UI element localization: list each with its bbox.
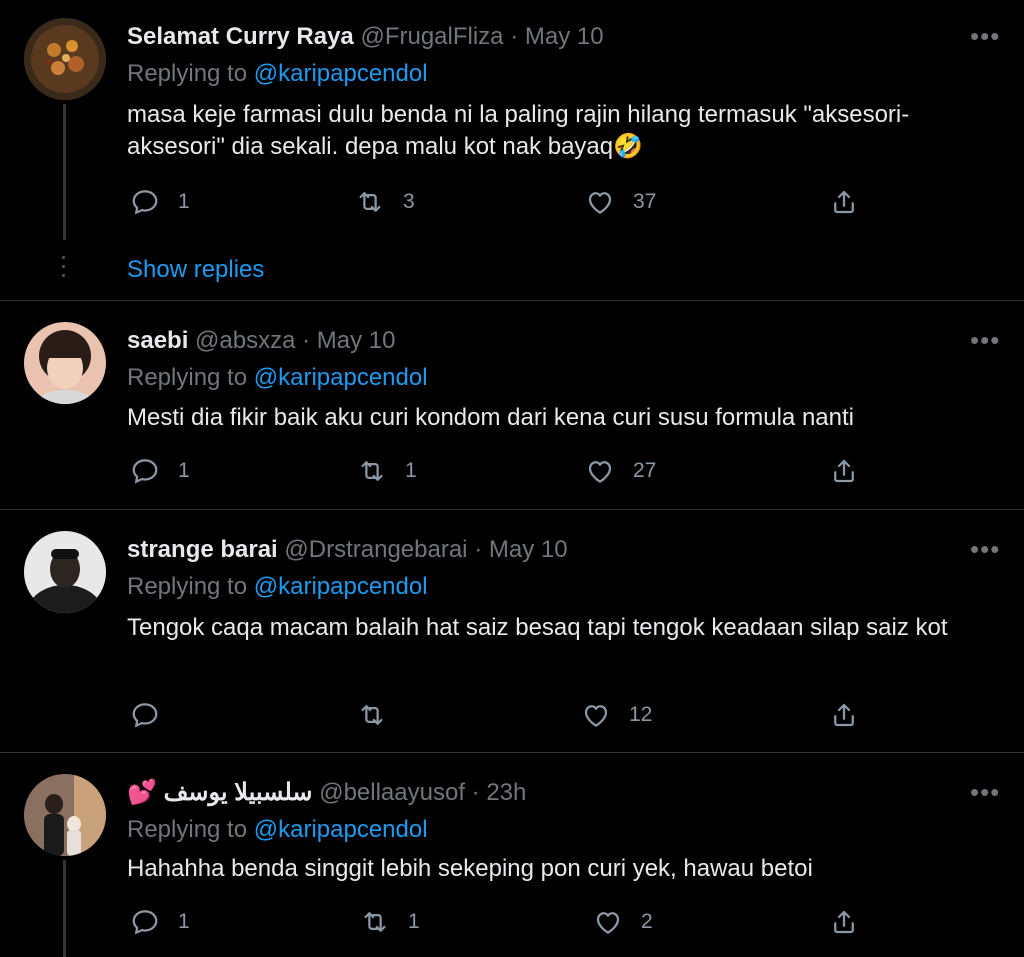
timestamp[interactable]: · 23h bbox=[472, 779, 527, 806]
reply-button[interactable]: 1 bbox=[130, 907, 190, 937]
tweet-header: saebi @absxza · May 10 bbox=[127, 326, 396, 356]
heart-icon bbox=[588, 192, 612, 214]
retweet-button[interactable] bbox=[357, 700, 405, 730]
timestamp[interactable]: · May 10 bbox=[474, 536, 567, 563]
reply-button[interactable] bbox=[130, 700, 178, 730]
handle[interactable]: @bellaayusof bbox=[319, 779, 465, 806]
retweet-icon bbox=[361, 705, 383, 725]
avatar[interactable] bbox=[24, 322, 106, 404]
reply-icon bbox=[132, 190, 158, 215]
tweet-text: Tengok caqa macam balaih hat saiz besaq … bbox=[127, 614, 948, 641]
avatar-image-curry bbox=[24, 18, 106, 100]
mention-link[interactable]: @karipapcendol bbox=[254, 573, 428, 600]
like-button[interactable]: 37 bbox=[585, 187, 656, 217]
avatar[interactable] bbox=[24, 18, 106, 100]
replying-to: Replying to @karipapcendol bbox=[127, 815, 428, 845]
retweet-button[interactable]: 3 bbox=[355, 187, 415, 217]
timestamp[interactable]: · May 10 bbox=[302, 327, 395, 354]
avatar[interactable] bbox=[24, 774, 106, 856]
display-name[interactable]: 💕 سلسبيلا يوسف bbox=[127, 779, 313, 806]
share-icon bbox=[834, 703, 854, 727]
heart-icon bbox=[584, 705, 608, 727]
replying-label: Replying to bbox=[127, 573, 248, 600]
like-count: 27 bbox=[633, 459, 657, 482]
reply-icon bbox=[132, 459, 158, 484]
display-name[interactable]: saebi bbox=[127, 327, 188, 354]
retweet-count: 3 bbox=[403, 190, 415, 213]
more-icon[interactable]: ••• bbox=[970, 779, 1000, 805]
reply-count: 1 bbox=[178, 910, 190, 933]
like-count: 12 bbox=[629, 703, 653, 726]
share-icon bbox=[834, 190, 854, 214]
mention-link[interactable]: @karipapcendol bbox=[254, 816, 428, 843]
share-button[interactable] bbox=[829, 456, 859, 486]
replying-label: Replying to bbox=[127, 816, 248, 843]
retweet-icon bbox=[359, 192, 381, 212]
tweet-header: 💕 سلسبيلا يوسف @bellaayusof · 23h bbox=[127, 778, 526, 808]
display-name[interactable]: Selamat Curry Raya bbox=[127, 23, 354, 50]
replying-to: Replying to @karipapcendol bbox=[127, 59, 428, 89]
retweet-button[interactable]: 1 bbox=[360, 907, 420, 937]
thread-dots bbox=[62, 256, 66, 283]
share-icon bbox=[834, 910, 854, 934]
like-count: 37 bbox=[633, 190, 657, 213]
share-button[interactable] bbox=[829, 700, 859, 730]
divider bbox=[0, 509, 1024, 510]
divider bbox=[0, 300, 1024, 301]
reply-button[interactable]: 1 bbox=[130, 456, 190, 486]
retweet-count: 1 bbox=[405, 459, 417, 482]
tweet-header: strange barai @Drstrangebarai · May 10 bbox=[127, 535, 568, 565]
heart-icon bbox=[596, 912, 620, 934]
more-icon[interactable]: ••• bbox=[970, 536, 1000, 562]
reply-button[interactable]: 1 bbox=[130, 187, 190, 217]
like-button[interactable]: 27 bbox=[585, 456, 656, 486]
replying-to: Replying to @karipapcendol bbox=[127, 363, 428, 393]
retweet-count: 1 bbox=[408, 910, 420, 933]
like-button[interactable]: 12 bbox=[581, 700, 652, 730]
reply-count: 1 bbox=[178, 459, 190, 482]
thread-line bbox=[63, 860, 66, 957]
retweet-button[interactable]: 1 bbox=[357, 456, 417, 486]
share-button[interactable] bbox=[829, 907, 859, 937]
timestamp[interactable]: · May 10 bbox=[510, 23, 603, 50]
tweet-header: Selamat Curry Raya @FrugalFliza · May 10 bbox=[127, 22, 604, 52]
mention-link[interactable]: @karipapcendol bbox=[254, 364, 428, 391]
avatar-image-strange-barai bbox=[24, 531, 106, 613]
like-count: 2 bbox=[641, 910, 653, 933]
replying-label: Replying to bbox=[127, 364, 248, 391]
handle[interactable]: @absxza bbox=[195, 327, 295, 354]
avatar-image-bellaayusof bbox=[24, 774, 106, 856]
handle[interactable]: @FrugalFliza bbox=[360, 23, 503, 50]
replying-label: Replying to bbox=[127, 60, 248, 87]
heart-icon bbox=[588, 461, 612, 483]
show-replies-link[interactable]: Show replies bbox=[127, 256, 264, 284]
share-icon bbox=[834, 459, 854, 483]
display-name[interactable]: strange barai bbox=[127, 536, 278, 563]
more-icon[interactable]: ••• bbox=[970, 23, 1000, 49]
more-icon[interactable]: ••• bbox=[970, 327, 1000, 353]
like-button[interactable]: 2 bbox=[593, 907, 653, 937]
reply-count: 1 bbox=[178, 190, 190, 213]
tweet-text: masa keje farmasi dulu benda ni la palin… bbox=[127, 101, 910, 160]
reply-icon bbox=[132, 703, 158, 728]
mention-link[interactable]: @karipapcendol bbox=[254, 60, 428, 87]
tweet-text: Mesti dia fikir baik aku curi kondom dar… bbox=[127, 404, 854, 431]
share-button[interactable] bbox=[829, 187, 859, 217]
divider bbox=[0, 752, 1024, 753]
retweet-icon bbox=[361, 461, 383, 481]
tweet-text: Hahahha benda singgit lebih sekeping pon… bbox=[127, 855, 813, 882]
handle[interactable]: @Drstrangebarai bbox=[284, 536, 467, 563]
avatar-image-saebi bbox=[24, 322, 106, 404]
retweet-icon bbox=[364, 912, 386, 932]
replying-to: Replying to @karipapcendol bbox=[127, 572, 428, 602]
thread-line bbox=[63, 104, 66, 240]
avatar[interactable] bbox=[24, 531, 106, 613]
reply-icon bbox=[132, 910, 158, 935]
